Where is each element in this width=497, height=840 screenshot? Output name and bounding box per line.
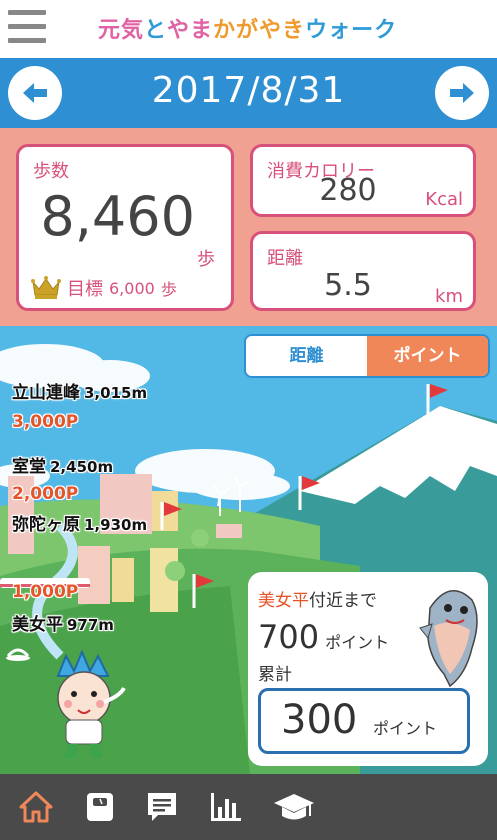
remaining-points: 700 ポイント bbox=[258, 618, 389, 656]
distance-value: 5.5 bbox=[324, 268, 372, 303]
toggle-distance-button[interactable]: 距離 bbox=[246, 336, 367, 376]
arrow-right-icon bbox=[450, 83, 474, 103]
nav-weight[interactable] bbox=[70, 774, 130, 840]
next-suffix: 付近まで bbox=[309, 591, 377, 611]
milestone-murodo: 室堂 2,450m bbox=[12, 452, 113, 477]
hamburger-menu-icon[interactable] bbox=[8, 10, 46, 46]
next-target-line: 美女平付近まで bbox=[258, 586, 377, 611]
current-date: 2017/8/31 bbox=[151, 70, 346, 111]
total-points-box: 300 ポイント bbox=[258, 688, 470, 754]
app-title-part: やま bbox=[167, 18, 214, 43]
nav-home[interactable] bbox=[6, 774, 66, 840]
milestone-midagahara: 弥陀ヶ原 1,930m bbox=[12, 510, 147, 535]
app-title-part: 元気 bbox=[98, 18, 145, 43]
toggle-point-button[interactable]: ポイント bbox=[367, 336, 488, 376]
goal-unit: 歩 bbox=[160, 280, 177, 299]
app-title-part: ウォーク bbox=[305, 18, 398, 43]
calories-unit: Kcal bbox=[425, 189, 463, 210]
milestone-name: 美女平 bbox=[12, 615, 63, 635]
milestone-elevation: 977m bbox=[67, 616, 114, 634]
milestone-bijodaira: 美女平 977m bbox=[12, 610, 114, 635]
next-place: 美女平 bbox=[258, 591, 309, 611]
home-icon bbox=[19, 791, 53, 823]
distance-unit: km bbox=[435, 286, 463, 307]
steps-label: 歩数 bbox=[33, 161, 69, 182]
milestone-points: 2,000P bbox=[12, 484, 79, 504]
route-scene: 距離 ポイント 立山連峰 3,015m 3,000P 室堂 2,450m 2,000… bbox=[0, 326, 497, 774]
calories-card: 消費カロリー 280 Kcal bbox=[250, 144, 476, 217]
steps-value: 8,460 bbox=[40, 185, 195, 248]
calories-value: 280 bbox=[319, 173, 377, 208]
steps-unit: 歩 bbox=[197, 249, 215, 270]
nav-messages[interactable] bbox=[132, 774, 192, 840]
bar-chart-icon bbox=[211, 793, 241, 821]
goal-value: 6,000 bbox=[109, 278, 155, 298]
distance-card: 距離 5.5 km bbox=[250, 231, 476, 311]
milestone-name: 室堂 bbox=[12, 457, 46, 477]
milestone-points: 1,000P bbox=[12, 582, 79, 602]
milestone-name: 立山連峰 bbox=[12, 383, 80, 403]
progress-info-box: 美女平付近まで 700 ポイント 累計 300 ポイント bbox=[248, 572, 488, 766]
nav-learning[interactable] bbox=[260, 774, 320, 840]
scale-icon bbox=[87, 793, 113, 821]
milestone-elevation: 1,930m bbox=[84, 516, 148, 534]
app-header: 元気とやまかがやきウォーク bbox=[0, 0, 497, 58]
stats-panel: 歩数 8,460 歩 目標 6,000 歩 消費カロリー 280 Kcal 距離… bbox=[0, 128, 497, 326]
total-label: 累計 bbox=[258, 665, 292, 685]
steps-card: 歩数 8,460 歩 目標 6,000 歩 bbox=[16, 144, 234, 311]
crown-icon bbox=[31, 276, 61, 299]
bottom-navigation bbox=[0, 774, 497, 840]
milestone-elevation: 3,015m bbox=[84, 384, 148, 402]
milestone-tateyama: 立山連峰 3,015m bbox=[12, 378, 147, 403]
message-icon bbox=[148, 793, 176, 821]
distance-label: 距離 bbox=[267, 248, 303, 269]
trout-mascot-icon bbox=[419, 590, 478, 688]
milestone-elevation: 2,450m bbox=[50, 458, 114, 476]
graduation-cap-icon bbox=[274, 794, 314, 820]
milestone-name: 弥陀ヶ原 bbox=[12, 515, 80, 535]
app-title-part: かがやき bbox=[213, 18, 306, 43]
view-toggle: 距離 ポイント bbox=[244, 334, 490, 378]
total-unit: ポイント bbox=[373, 719, 438, 738]
milestone-points: 3,000P bbox=[12, 412, 79, 432]
nav-stats[interactable] bbox=[196, 774, 256, 840]
next-day-button[interactable] bbox=[435, 66, 489, 120]
remaining-unit: ポイント bbox=[325, 633, 390, 652]
remaining-value: 700 bbox=[258, 618, 320, 656]
goal-row: 目標 6,000 歩 bbox=[31, 275, 177, 301]
total-value: 300 bbox=[281, 697, 358, 743]
date-bar: 2017/8/31 bbox=[0, 58, 497, 128]
app-title: 元気とやまかがやきウォーク bbox=[98, 12, 397, 44]
app-title-part: と bbox=[144, 18, 168, 43]
goal-label: 目標 bbox=[67, 279, 103, 300]
